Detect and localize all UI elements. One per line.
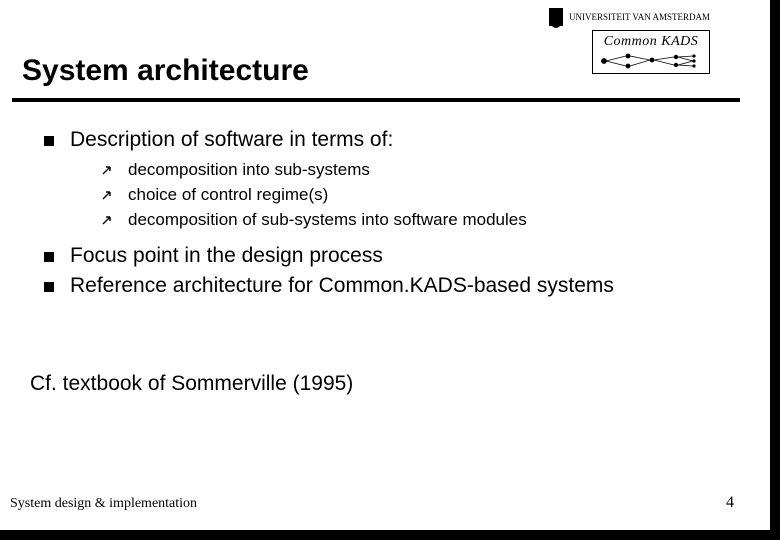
arrow-icon <box>102 213 114 225</box>
bullet-text: Description of software in terms of: <box>70 128 393 152</box>
bullet-item: Description of software in terms of: <box>44 128 740 152</box>
bullet-text: Focus point in the design process <box>70 244 383 268</box>
bullet-item: Reference architecture for Common.KADS-b… <box>44 274 740 298</box>
title-underline <box>12 98 740 102</box>
header-logos: UNIVERSITEIT VAN AMSTERDAM Common KADS <box>549 8 710 74</box>
square-bullet-icon <box>44 136 54 146</box>
sub-bullet-text: decomposition into sub-systems <box>128 160 370 180</box>
sub-bullet-text: choice of control regime(s) <box>128 185 328 205</box>
sub-bullet-group: decomposition into sub-systems choice of… <box>102 160 740 230</box>
university-logo: UNIVERSITEIT VAN AMSTERDAM <box>549 8 710 26</box>
square-bullet-icon <box>44 282 54 292</box>
sub-bullet-item: decomposition of sub-systems into softwa… <box>102 210 740 230</box>
university-name: UNIVERSITEIT VAN AMSTERDAM <box>569 12 710 22</box>
commonkads-logo: Common KADS <box>592 30 710 74</box>
arrow-icon <box>102 163 114 175</box>
arrow-icon <box>102 188 114 200</box>
sub-bullet-item: choice of control regime(s) <box>102 185 740 205</box>
square-bullet-icon <box>44 252 54 262</box>
crest-icon <box>549 8 563 26</box>
network-icon <box>598 52 704 70</box>
sub-bullet-item: decomposition into sub-systems <box>102 160 740 180</box>
bullet-item: Focus point in the design process <box>44 244 740 268</box>
commonkads-title: Common KADS <box>604 34 699 50</box>
reference-note: Cf. textbook of Sommerville (1995) <box>30 372 353 396</box>
content-area: Description of software in terms of: dec… <box>44 128 740 304</box>
page-number: 4 <box>726 494 734 512</box>
slide-title: System architecture <box>22 54 309 88</box>
slide: UNIVERSITEIT VAN AMSTERDAM Common KADS <box>0 0 770 530</box>
sub-bullet-text: decomposition of sub-systems into softwa… <box>128 210 527 230</box>
bullet-text: Reference architecture for Common.KADS-b… <box>70 274 614 298</box>
footer-title: System design & implementation <box>10 496 197 512</box>
